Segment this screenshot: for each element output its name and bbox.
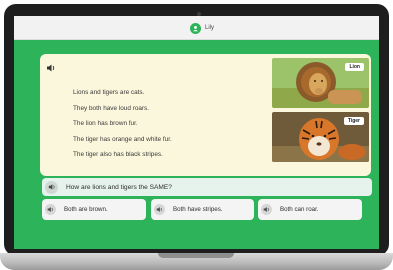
lion-label: Lion [345,63,364,71]
passage-line: Lions and tigers are cats. [73,89,145,96]
app-screen: Lily Lions and tigers are cats. They bot… [14,16,379,249]
passage-line: The tiger also has black stripes. [73,151,163,158]
answer-label: Both can roar. [280,206,319,213]
lion-picture: Lion [272,58,369,108]
answer-label: Both are brown. [64,206,108,213]
answer-option-3[interactable]: Both can roar. [258,199,362,220]
passage-line: They both have loud roars. [73,104,150,112]
avatar-icon [190,22,201,34]
answer-option-1[interactable]: Both are brown. [42,199,146,220]
passage-line: The tiger has orange and white fur. [73,135,172,143]
speaker-icon[interactable] [154,204,165,215]
answer-option-2[interactable]: Both have stripes. [151,199,254,220]
speaker-icon[interactable] [46,60,56,72]
speaker-icon[interactable] [45,180,58,194]
question-text: How are lions and tigers the SAME? [66,183,172,191]
question-bar: How are lions and tigers the SAME? [42,178,372,196]
reading-passage: Lions and tigers are cats. They both hav… [73,85,258,163]
tiger-picture: Tiger [272,112,369,162]
speaker-icon[interactable] [261,204,272,215]
top-bar: Lily [14,16,379,40]
user-badge[interactable]: Lily [190,22,214,34]
tiger-label: Tiger [343,117,364,125]
speaker-icon[interactable] [45,204,56,215]
laptop-notch [158,253,234,258]
reading-card: Lions and tigers are cats. They both hav… [40,54,371,176]
answer-label: Both have stripes. [173,206,223,213]
passage-line: The lion has brown fur. [73,120,138,127]
user-name: Lily [205,25,215,31]
